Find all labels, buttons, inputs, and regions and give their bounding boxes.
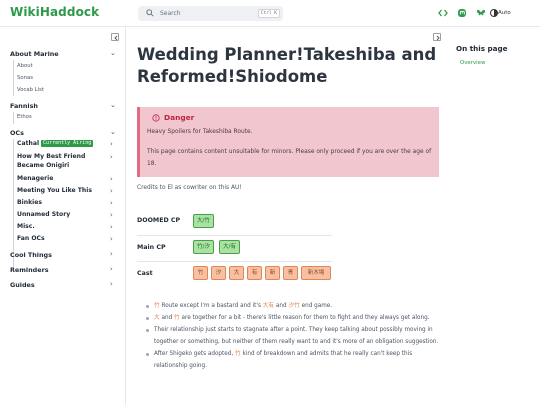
nav-item-meeting-you[interactable]: Meeting You Like This xyxy=(17,187,92,196)
danger-callout: Danger Heavy Spoilers for Takeshiba Rout… xyxy=(137,107,439,177)
nav-section-cool-things[interactable]: Cool Things xyxy=(10,251,52,259)
chevron-right-icon[interactable]: › xyxy=(110,280,113,288)
cast-tag[interactable]: 竹 xyxy=(193,266,208,280)
danger-line-1: Heavy Spoilers for Takeshiba Route. xyxy=(147,129,253,135)
credits-text: Credits to El as cowriter on this AU! xyxy=(137,185,242,191)
cast-tag[interactable]: 青 xyxy=(283,266,298,280)
chevron-right-icon[interactable]: › xyxy=(110,199,113,207)
list-item: 竹 Route except I'm a bastard and it's 大有… xyxy=(146,300,446,312)
nav-item-sonas[interactable]: Sonas xyxy=(17,75,33,81)
nav-section-ocs[interactable]: OCs xyxy=(10,129,24,137)
left-sidebar: About Marine ⌄ About Sonas Vocab List Fa… xyxy=(0,27,126,405)
nav-guide-line xyxy=(13,112,14,124)
toc-item-overview[interactable]: Overview xyxy=(460,60,485,66)
list-item: Their relationship just starts to stagna… xyxy=(146,324,446,348)
collapse-sidebar-button[interactable] xyxy=(111,33,119,41)
chevron-right-icon[interactable]: › xyxy=(110,235,113,243)
nav-item-unnamed-story[interactable]: Unnamed Story xyxy=(17,211,70,220)
row-label-cast: Cast xyxy=(137,270,153,277)
chevron-down-icon[interactable]: ⌄ xyxy=(110,49,116,57)
danger-line-2: This page contains content unsuitable fo… xyxy=(147,149,432,167)
cast-tag[interactable]: 有 xyxy=(247,266,262,280)
nav-item-onigiri[interactable]: How My Best Friend Became Onigiri xyxy=(17,153,109,170)
search-placeholder: Search xyxy=(160,10,181,17)
plot-bullet-list: 竹 Route except I'm a bastard and it's 大有… xyxy=(146,300,446,372)
divider xyxy=(137,235,332,236)
bluesky-icon[interactable] xyxy=(476,8,486,18)
chevron-right-icon[interactable]: › xyxy=(110,250,113,258)
mastodon-icon[interactable] xyxy=(457,8,467,18)
nav-section-guides[interactable]: Guides xyxy=(10,281,35,289)
chevron-right-icon[interactable]: › xyxy=(110,140,113,148)
nav-item-misc[interactable]: Misc. xyxy=(17,223,35,232)
row-label-doomed-cp: DOOMED CP xyxy=(137,217,181,224)
nav-item-fan-ocs[interactable]: Fan OCs xyxy=(17,235,45,244)
chevron-right-icon[interactable]: › xyxy=(110,175,113,183)
status-badge: Currently Airing xyxy=(41,140,94,147)
cp-tag[interactable]: 竹/汐 xyxy=(193,240,214,254)
search-box[interactable]: Search Ctrl K xyxy=(138,6,283,21)
cast-tag[interactable]: 新 xyxy=(265,266,280,280)
nav-section-reminders[interactable]: Reminders xyxy=(10,266,49,274)
chevron-right-icon[interactable]: › xyxy=(110,265,113,273)
cp-tag[interactable]: 大/有 xyxy=(219,240,240,254)
cast-tag[interactable]: 新木場 xyxy=(301,266,331,280)
page-title: Wedding Planner!Takeshiba and Reformed!S… xyxy=(137,45,437,86)
search-shortcut: Ctrl K xyxy=(257,9,280,18)
chevron-right-icon[interactable]: › xyxy=(110,187,113,195)
cast-tag[interactable]: 汐 xyxy=(211,266,226,280)
top-header: WikiHaddock Search Ctrl K Auto xyxy=(0,0,540,27)
nav-section-about-marine[interactable]: About Marine xyxy=(10,50,59,58)
nav-guide-line xyxy=(13,139,14,269)
list-item: After Shigeko gets adopted, 竹 kind of br… xyxy=(146,348,446,372)
chevron-down-icon[interactable]: ⌄ xyxy=(110,101,116,109)
nav-item-cathal[interactable]: Cathal Currently Airing xyxy=(17,140,94,149)
nav-guide-line xyxy=(13,60,14,96)
nav-item-about[interactable]: About xyxy=(17,63,33,69)
toc-title: On this page xyxy=(456,44,508,53)
chevron-right-icon[interactable]: › xyxy=(110,153,113,161)
nav-item-binkies[interactable]: Binkies xyxy=(17,199,42,208)
chevron-down-icon[interactable]: ⌄ xyxy=(110,128,116,136)
chevron-right-icon[interactable]: › xyxy=(110,211,113,219)
nav-item-vocab-list[interactable]: Vocab List xyxy=(17,87,44,93)
danger-title: Danger xyxy=(164,113,195,122)
collapse-toc-button[interactable] xyxy=(433,33,441,41)
nav-item-label: Cathal xyxy=(17,140,40,147)
cast-tag[interactable]: 大 xyxy=(229,266,244,280)
list-item: 大 and 竹 are together for a bit - there's… xyxy=(146,312,446,324)
theme-label[interactable]: Auto xyxy=(498,6,511,20)
search-icon xyxy=(146,9,154,17)
chevron-right-icon xyxy=(436,35,440,41)
divider xyxy=(137,261,332,262)
row-label-main-cp: Main CP xyxy=(137,244,166,251)
chevron-left-icon xyxy=(114,35,118,41)
code-icon[interactable] xyxy=(438,8,448,18)
nav-item-menagerie[interactable]: Menagerie xyxy=(17,175,53,184)
nav-item-ethos[interactable]: Ethos xyxy=(17,114,32,120)
chevron-right-icon[interactable]: › xyxy=(110,223,113,231)
cp-tag[interactable]: 大/竹 xyxy=(193,214,214,228)
nav-section-fannish[interactable]: Fannish xyxy=(10,102,38,110)
site-logo[interactable]: WikiHaddock xyxy=(10,5,99,19)
